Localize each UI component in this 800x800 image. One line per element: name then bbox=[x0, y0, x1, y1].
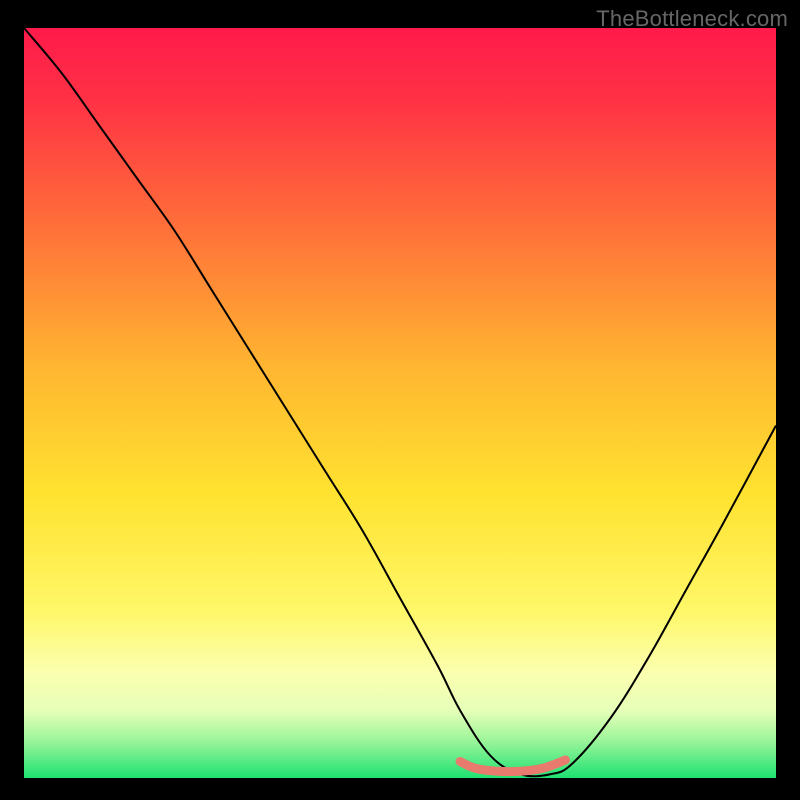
watermark-text: TheBottleneck.com bbox=[596, 6, 788, 32]
background-gradient bbox=[24, 28, 776, 778]
chart-container: TheBottleneck.com bbox=[0, 0, 800, 800]
chart-svg bbox=[24, 28, 776, 778]
chart-plot bbox=[24, 28, 776, 778]
